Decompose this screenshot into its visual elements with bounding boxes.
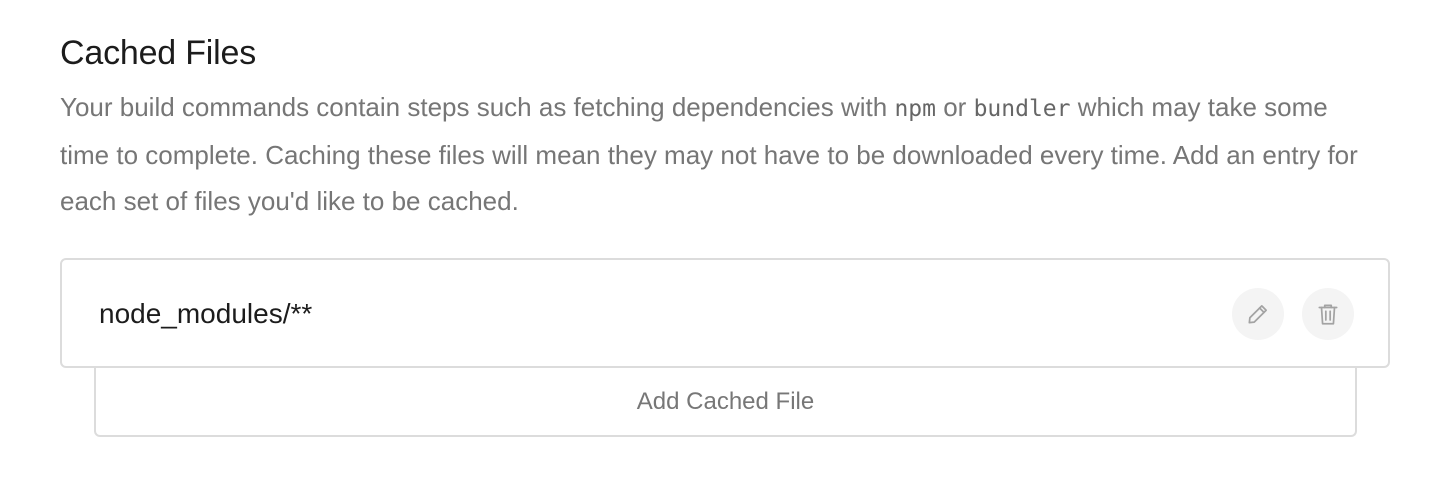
- add-cached-file-button[interactable]: Add Cached File: [94, 368, 1357, 437]
- bundler-code: bundler: [973, 96, 1071, 122]
- npm-code: npm: [894, 96, 936, 122]
- section-title: Cached Files: [60, 34, 257, 72]
- cached-file-path: node_modules/**: [99, 298, 313, 329]
- trash-icon: [1318, 304, 1338, 325]
- delete-button[interactable]: [1302, 288, 1354, 340]
- pencil-icon: [1248, 305, 1267, 324]
- add-cached-file-label: Add Cached File: [636, 387, 815, 415]
- section-description: Your build commands contain steps such a…: [60, 84, 1380, 224]
- description-text-1: Your build commands contain steps such a…: [60, 92, 895, 122]
- cached-file-entry: node_modules/**: [60, 258, 1390, 368]
- cached-files-section: Cached Files Your build commands contain…: [60, 30, 1392, 224]
- description-text-2: or: [935, 92, 974, 122]
- edit-button[interactable]: [1232, 288, 1284, 340]
